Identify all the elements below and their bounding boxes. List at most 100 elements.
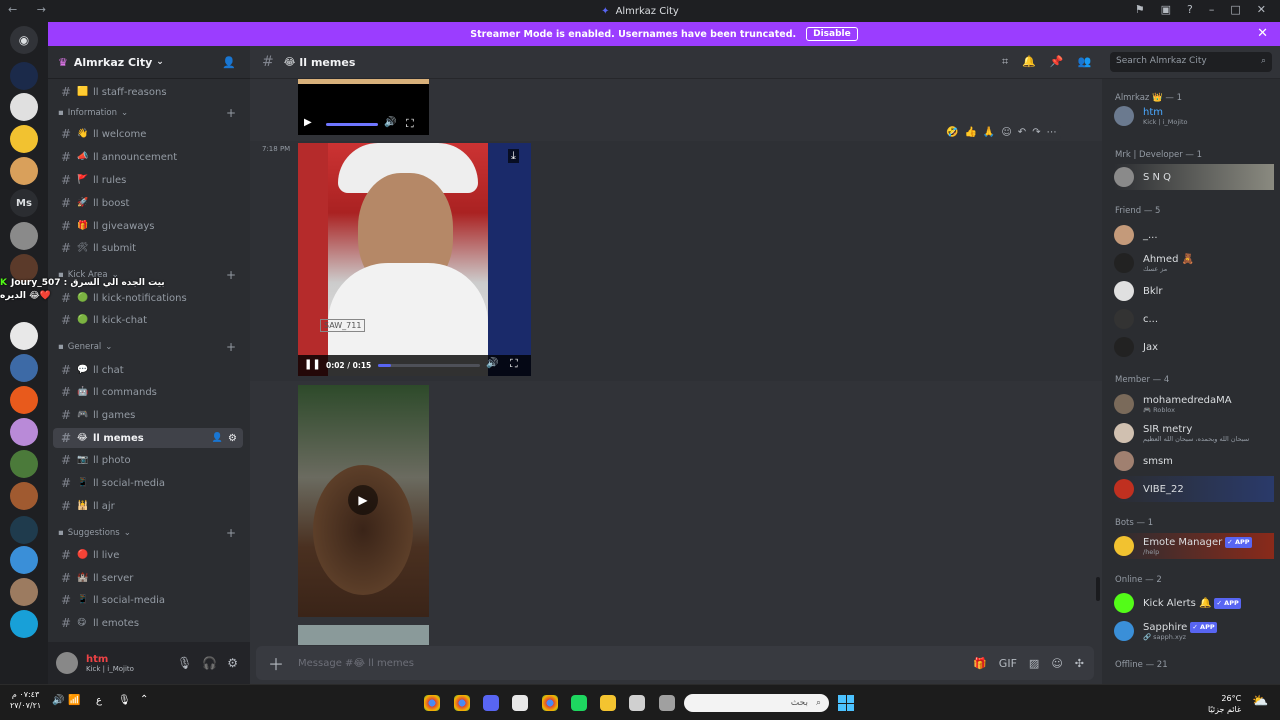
video-player-previous[interactable]: ▶ 🔊 ⛶ [298, 79, 429, 135]
server-icon[interactable] [10, 418, 38, 446]
settings-icon[interactable]: ⚙ [228, 433, 237, 444]
disable-button[interactable]: Disable [806, 27, 858, 41]
wifi-icon[interactable]: 📶 [68, 695, 80, 706]
video-player-second[interactable]: ▶ [298, 385, 429, 617]
nav-arrows[interactable]: ← → [8, 3, 54, 16]
gif-icon[interactable]: GIF [999, 657, 1017, 670]
search-input[interactable]: Search Almrkaz City ⌕ [1110, 52, 1272, 72]
channel-item[interactable]: # 🤖 ll commands [53, 382, 243, 402]
settings-icon[interactable]: ⚙ [227, 656, 238, 670]
member-item[interactable]: _... [1114, 222, 1274, 248]
download-icon[interactable]: ⤓ [508, 149, 519, 163]
server-icon[interactable] [10, 610, 38, 638]
channel-item[interactable]: # 😋 ll emotes [53, 613, 243, 633]
forward-icon[interactable]: ↷ [1032, 127, 1040, 138]
volume-icon[interactable]: 🔊 [486, 358, 498, 369]
video-progress[interactable] [378, 364, 480, 367]
channel-item[interactable]: # 📣 ll announcement [53, 147, 243, 167]
weather-icon[interactable]: ⛅ [1252, 694, 1268, 709]
channel-item[interactable]: # 📱 ll social-media [53, 590, 243, 610]
add-channel-icon[interactable]: + [226, 526, 236, 540]
avatar[interactable] [56, 652, 78, 674]
add-channel-icon[interactable]: + [226, 268, 236, 282]
emoji-icon[interactable]: ☺ [1051, 657, 1062, 670]
server-icon[interactable] [10, 450, 38, 478]
member-item[interactable]: c... [1114, 306, 1274, 332]
chrome-icon[interactable] [424, 695, 440, 711]
server-icon-ms[interactable]: Ms [10, 189, 38, 217]
volume-icon[interactable]: 🔊 [52, 695, 64, 706]
invite-icon[interactable]: 👤 [212, 433, 223, 443]
server-icon[interactable] [10, 157, 38, 185]
scrollbar[interactable] [1096, 577, 1100, 601]
play-icon[interactable]: ▶ [304, 117, 312, 128]
inbox-icon[interactable]: ⚑ [1135, 3, 1145, 16]
add-attachment-icon[interactable]: ＋ [268, 651, 284, 675]
sticker-icon[interactable]: ▨ [1029, 657, 1039, 670]
channel-item[interactable]: # 📱 ll social-media [53, 473, 243, 493]
server-icon[interactable] [10, 578, 38, 606]
channel-item[interactable]: # 🛠 ll submit [53, 238, 243, 258]
image-attachment[interactable] [298, 625, 429, 645]
channel-item[interactable]: # 😂 ll memes 👤 ⚙ [53, 428, 243, 448]
server-icon[interactable] [10, 386, 38, 414]
fullscreen-icon[interactable]: ⛶ [406, 117, 414, 131]
server-icon[interactable] [10, 222, 38, 250]
add-channel-icon[interactable]: + [226, 106, 236, 120]
server-icon[interactable] [10, 93, 38, 121]
channel-item[interactable]: # 💬 ll chat [53, 360, 243, 380]
channel-item[interactable]: # 📷 ll photo [53, 450, 243, 470]
app-icon[interactable] [512, 695, 528, 711]
channel-item[interactable]: # 🎁 ll giveaways [53, 216, 243, 236]
server-icon[interactable] [10, 546, 38, 574]
reaction-icon[interactable]: 👍 [964, 127, 976, 138]
app-icon[interactable] [659, 695, 675, 711]
chrome-icon[interactable] [542, 695, 558, 711]
server-icon[interactable] [10, 354, 38, 382]
server-icon[interactable] [10, 125, 38, 153]
headphones-icon[interactable]: 🎧 [202, 656, 217, 670]
category-header[interactable]: ▪ Information ⌄ + [58, 106, 236, 120]
mic-icon[interactable]: 🎙 [177, 656, 192, 670]
server-icon[interactable] [10, 62, 38, 90]
member-item[interactable]: Kick Alerts 🔔 ✓ APP [1114, 590, 1274, 616]
message-actions[interactable]: 🤣 👍 🙏 ☺ ↶ ↷ ⋯ [942, 125, 1061, 140]
video-player[interactable]: SAW_711 ⤓ ❚❚ 0:02 / 0:15 🔊 ⛶ [298, 143, 531, 376]
home-button[interactable]: ◉ [10, 26, 38, 54]
play-icon[interactable]: ▶ [348, 485, 378, 515]
channel-item[interactable]: # 🎮 ll games [53, 405, 243, 425]
maximize-button[interactable]: □ [1230, 3, 1240, 16]
language-indicator[interactable]: ع [96, 695, 102, 706]
member-item[interactable]: htm Kick | i_Mojito [1114, 103, 1274, 129]
fullscreen-icon[interactable]: ⛶ [510, 357, 518, 371]
member-item[interactable]: Ahmed 🧸 مز عسك [1114, 250, 1274, 276]
channel-item[interactable]: # 🏰 ll server [53, 568, 243, 588]
more-icon[interactable]: ⋯ [1047, 127, 1057, 138]
reaction-icon[interactable]: 🤣 [946, 127, 958, 138]
close-window-button[interactable]: ✕ [1257, 3, 1266, 16]
channel-item[interactable]: # 🕌 ll ajr [53, 496, 243, 516]
threads-icon[interactable]: ⌗ [1002, 55, 1008, 69]
weather-desc[interactable]: غائم جزئيًا [1208, 704, 1241, 715]
discord-icon[interactable] [483, 695, 499, 711]
message-composer[interactable]: ＋ Message #😂 ll memes 🎁 GIF ▨ ☺ ✣ [256, 646, 1094, 680]
channel-item[interactable]: # 🚩 ll rules [53, 170, 243, 190]
add-reaction-icon[interactable]: ☺ [1001, 127, 1011, 138]
reaction-icon[interactable]: 🙏 [983, 127, 995, 138]
reply-icon[interactable]: ↶ [1018, 127, 1026, 138]
member-item[interactable]: smsm [1114, 448, 1274, 474]
member-item[interactable]: VIBE_22 [1114, 476, 1274, 502]
channel-item[interactable]: # 🔴 ll live [53, 545, 243, 565]
member-item[interactable]: S N Q [1114, 164, 1274, 190]
apps-icon[interactable]: ✣ [1075, 657, 1084, 670]
close-icon[interactable]: ✕ [1257, 26, 1268, 41]
mic-icon[interactable]: 🎙 [118, 695, 131, 706]
pin-icon[interactable]: 📌 [1050, 55, 1064, 69]
member-item[interactable]: SIR metry سبحان الله وبحمده، سبحان الله ا… [1114, 420, 1274, 446]
clock-time[interactable]: ٠٧:٤٣ م [10, 689, 41, 700]
server-icon[interactable] [10, 482, 38, 510]
server-icon[interactable] [10, 516, 38, 544]
weather-temp[interactable]: 26°C [1208, 693, 1241, 704]
chrome-icon[interactable] [454, 695, 470, 711]
store-icon[interactable] [629, 695, 645, 711]
